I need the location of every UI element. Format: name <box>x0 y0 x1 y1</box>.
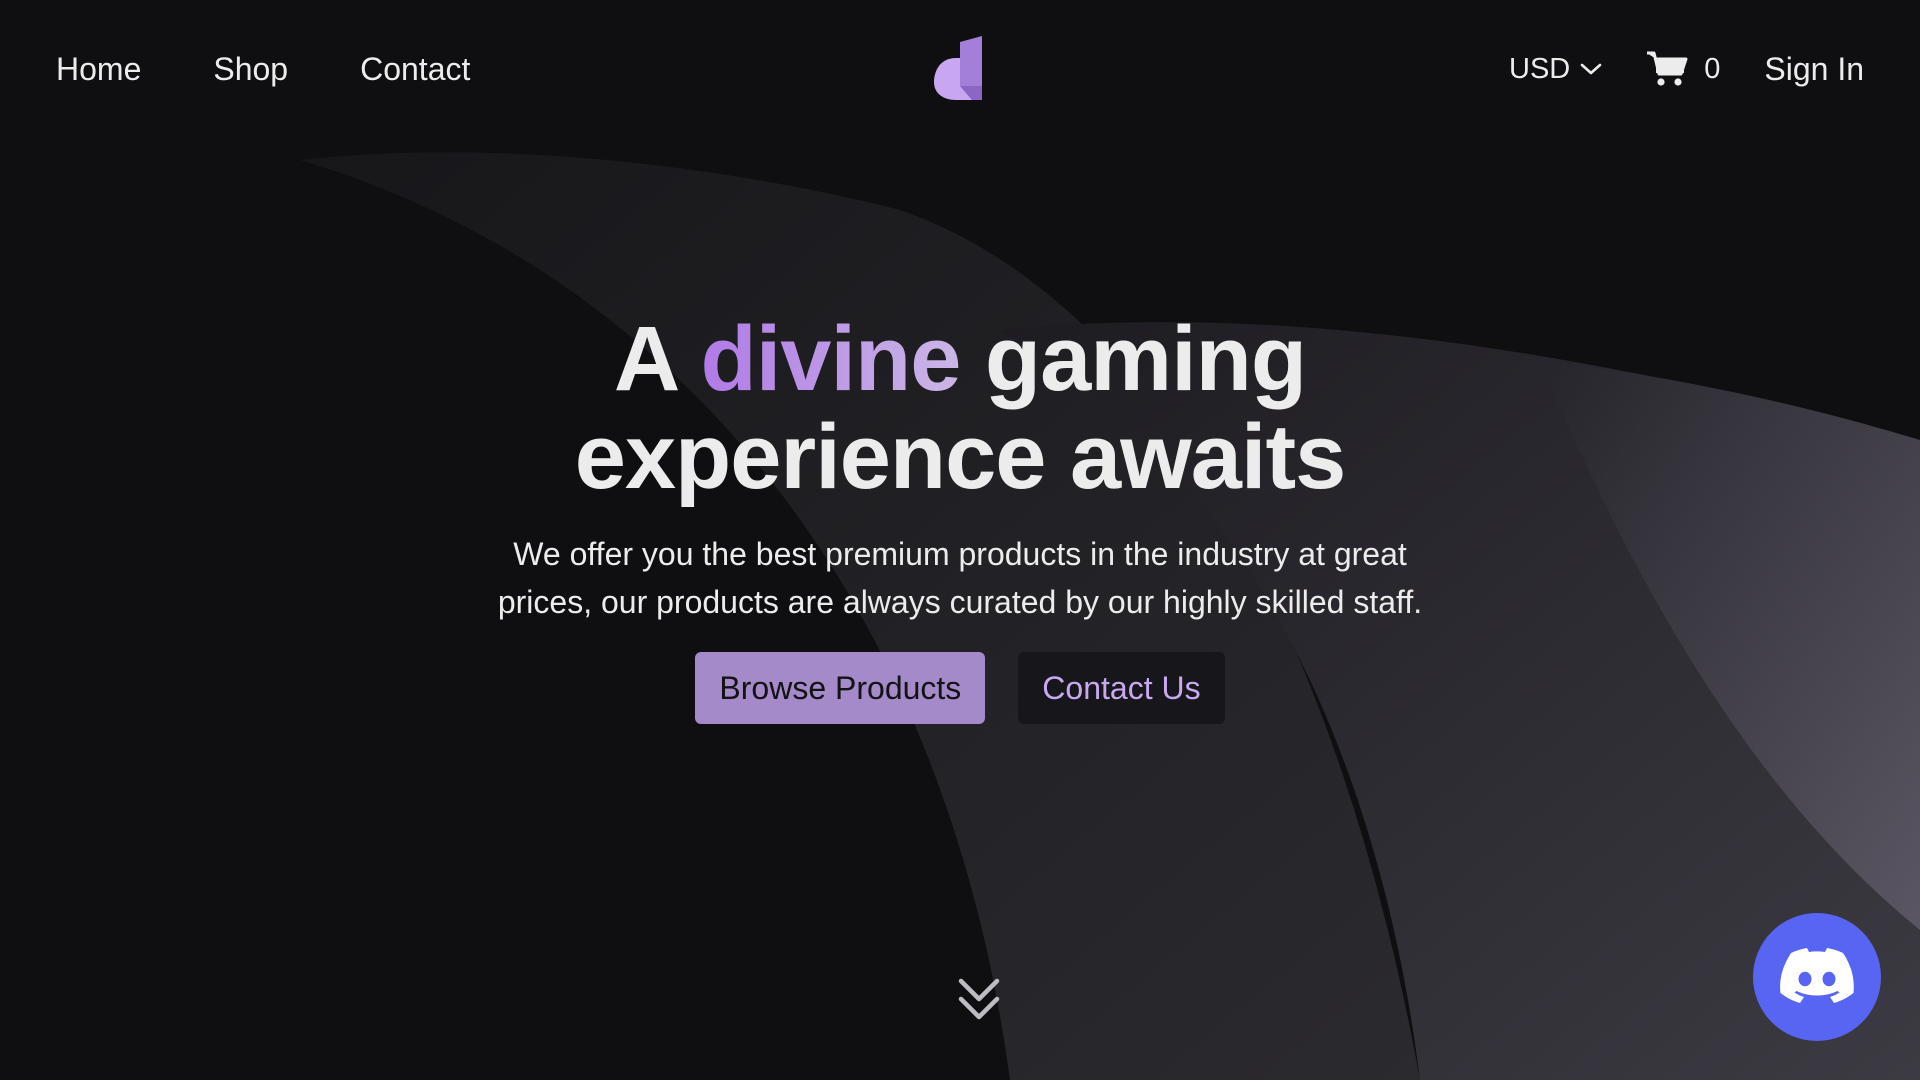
double-chevron-down-icon[interactable] <box>956 976 1002 1024</box>
hero-section: A divine gaming experience awaits We off… <box>0 310 1920 724</box>
discord-button[interactable] <box>1753 913 1881 1041</box>
hero-title-accent: divine <box>700 308 962 410</box>
nav-link-contact[interactable]: Contact <box>360 47 470 91</box>
currency-selector[interactable]: USD <box>1509 47 1602 91</box>
brand-logo-icon[interactable] <box>930 34 988 104</box>
currency-value: USD <box>1509 53 1571 85</box>
hero-buttons: Browse Products Contact Us <box>0 652 1920 724</box>
cart-icon <box>1647 51 1688 86</box>
hero-title: A divine gaming experience awaits <box>0 310 1920 506</box>
browse-products-button[interactable]: Browse Products <box>695 652 986 724</box>
nav-link-home[interactable]: Home <box>56 47 141 91</box>
landing-page: Home Shop Contact USD 0 Sign In A divine… <box>0 0 1920 1080</box>
discord-icon <box>1780 948 1854 1003</box>
cart-count: 0 <box>1704 53 1721 85</box>
cart-button[interactable]: 0 <box>1646 47 1720 91</box>
hero-title-line2: experience awaits <box>574 406 1347 508</box>
nav-actions: USD 0 Sign In <box>1509 47 1864 91</box>
hero-subtitle-line1: We offer you the best premium products i… <box>513 536 1407 572</box>
hero-title-prefix: A <box>613 308 701 410</box>
nav-link-shop[interactable]: Shop <box>213 47 288 91</box>
contact-us-button[interactable]: Contact Us <box>1018 652 1225 724</box>
chevron-down-icon <box>1580 63 1602 75</box>
primary-nav: Home Shop Contact <box>56 47 470 91</box>
hero-subtitle: We offer you the best premium products i… <box>470 530 1450 626</box>
hero-subtitle-line2: prices, our products are always curated … <box>497 584 1423 620</box>
sign-in-link[interactable]: Sign In <box>1764 47 1864 91</box>
top-navigation: Home Shop Contact USD 0 Sign In <box>0 0 1920 136</box>
hero-title-suffix: gaming <box>960 308 1307 410</box>
